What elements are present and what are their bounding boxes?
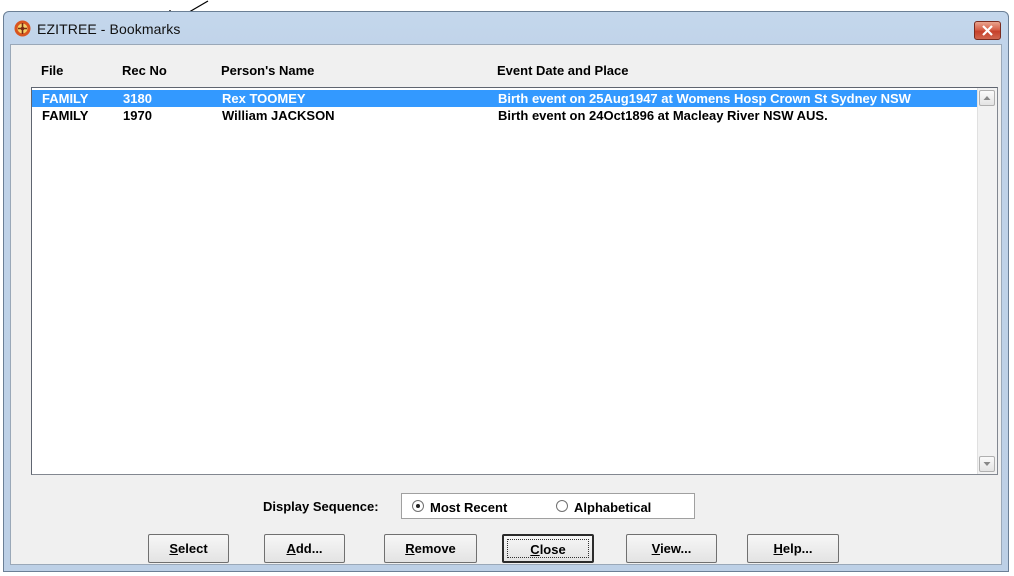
close-icon bbox=[982, 25, 993, 36]
column-header-event-date-place: Event Date and Place bbox=[497, 63, 629, 78]
focus-rect bbox=[507, 539, 589, 558]
bookmarks-list[interactable]: FAMILY 3180 Rex TOOMEY Birth event on 25… bbox=[31, 87, 998, 475]
row-file: FAMILY bbox=[42, 91, 89, 106]
view-button[interactable]: View... bbox=[626, 534, 717, 563]
close-button[interactable]: Close bbox=[502, 534, 594, 563]
row-rec-no: 1970 bbox=[123, 108, 152, 123]
radio-label-most-recent[interactable]: Most Recent bbox=[430, 500, 507, 515]
ezitree-app-icon bbox=[14, 20, 31, 37]
add-accel: A bbox=[286, 541, 296, 556]
display-sequence-label: Display Sequence: bbox=[263, 499, 379, 514]
remove-label: emove bbox=[414, 541, 456, 556]
add-button[interactable]: Add... bbox=[264, 534, 345, 563]
select-button[interactable]: Select bbox=[148, 534, 229, 563]
scroll-up-icon bbox=[983, 96, 991, 100]
dialog-client-area: File Rec No Person's Name Event Date and… bbox=[10, 44, 1002, 565]
help-label: elp... bbox=[782, 541, 813, 556]
scroll-down-button[interactable] bbox=[979, 456, 995, 472]
help-accel: H bbox=[773, 541, 783, 556]
row-event: Birth event on 24Oct1896 at Macleay Rive… bbox=[498, 108, 828, 123]
view-accel: V bbox=[651, 541, 661, 556]
radio-alphabetical[interactable] bbox=[556, 500, 568, 512]
row-file: FAMILY bbox=[42, 108, 89, 123]
bookmarks-list-rows: FAMILY 3180 Rex TOOMEY Birth event on 25… bbox=[32, 88, 978, 474]
row-persons-name: William JACKSON bbox=[222, 108, 335, 123]
bookmarks-dialog: EZITREE - Bookmarks File Rec No Person's… bbox=[3, 11, 1009, 572]
row-event: Birth event on 25Aug1947 at Womens Hosp … bbox=[498, 91, 911, 106]
radio-most-recent[interactable] bbox=[412, 500, 424, 512]
display-sequence-group: Most Recent Alphabetical bbox=[401, 493, 695, 519]
view-label: iew... bbox=[660, 541, 692, 556]
window-title: EZITREE - Bookmarks bbox=[37, 21, 181, 37]
row-persons-name: Rex TOOMEY bbox=[222, 91, 306, 106]
row-rec-no: 3180 bbox=[123, 91, 152, 106]
scroll-up-button[interactable] bbox=[979, 90, 995, 106]
vertical-scrollbar[interactable] bbox=[977, 88, 997, 474]
help-button[interactable]: Help... bbox=[747, 534, 839, 563]
list-row[interactable]: FAMILY 3180 Rex TOOMEY Birth event on 25… bbox=[32, 90, 978, 107]
list-row[interactable]: FAMILY 1970 William JACKSON Birth event … bbox=[32, 107, 978, 124]
column-header-file: File bbox=[41, 63, 64, 78]
column-header-rec-no: Rec No bbox=[122, 63, 167, 78]
title-bar[interactable]: EZITREE - Bookmarks bbox=[4, 12, 1008, 44]
select-accel: S bbox=[169, 541, 179, 556]
remove-accel: R bbox=[405, 541, 415, 556]
column-header-persons-name: Person's Name bbox=[221, 63, 315, 78]
select-label: elect bbox=[178, 541, 208, 556]
remove-button[interactable]: Remove bbox=[384, 534, 477, 563]
radio-selected-dot bbox=[416, 504, 420, 508]
radio-label-alphabetical[interactable]: Alphabetical bbox=[574, 500, 651, 515]
scroll-down-icon bbox=[983, 462, 991, 466]
add-label: dd... bbox=[295, 541, 323, 556]
close-window-button[interactable] bbox=[974, 21, 1001, 40]
